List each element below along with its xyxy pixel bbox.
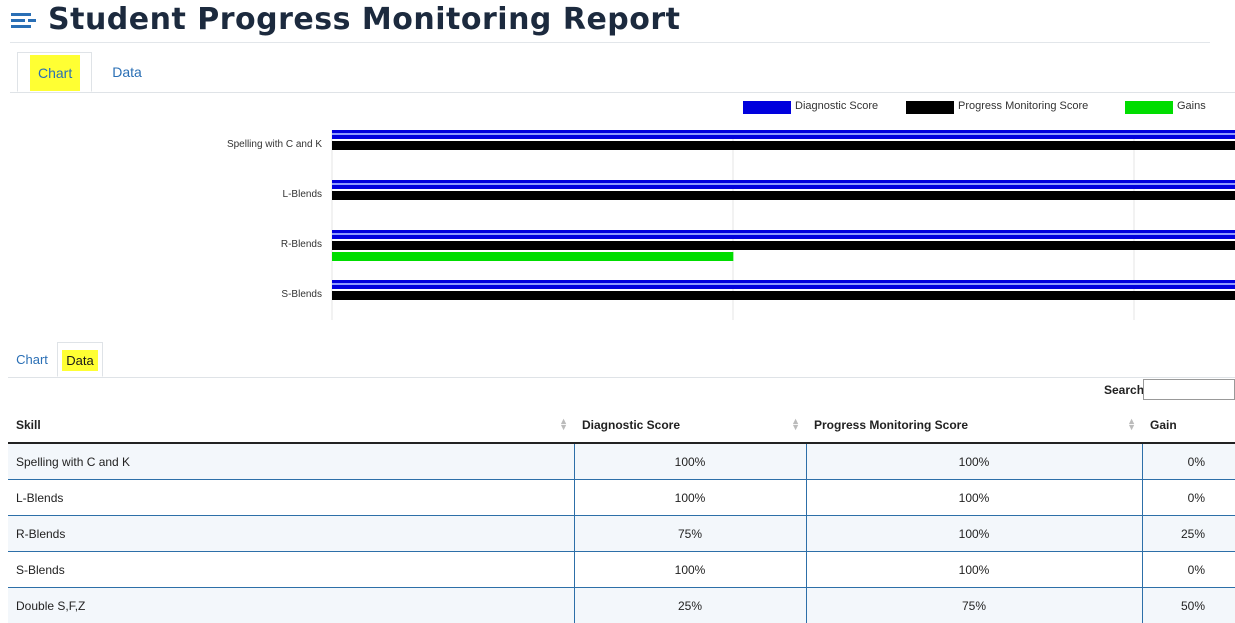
bar-progress bbox=[332, 141, 1235, 150]
tabs-divider-bottom bbox=[8, 377, 1235, 378]
legend-label-gains: Gains bbox=[1177, 100, 1206, 112]
cell-skill: Spelling with C and K bbox=[8, 442, 574, 480]
tab-data-label: Data bbox=[112, 64, 142, 80]
bar-progress bbox=[332, 191, 1235, 200]
sort-icon: ▲ ▼ bbox=[791, 416, 800, 432]
bar-highlight bbox=[332, 133, 1235, 135]
table-row: L-Blends 100% 100% 0% bbox=[8, 479, 1235, 516]
cell-progress: 75% bbox=[805, 587, 1142, 623]
table-row: Double S,F,Z 25% 75% 50% bbox=[8, 587, 1235, 623]
search-label: Search: bbox=[1104, 383, 1149, 397]
skills-table: Skill ▲ ▼ Diagnostic Score ▲ ▼ Progress Moni… bbox=[8, 407, 1235, 623]
cell-gain: 0% bbox=[1141, 479, 1235, 516]
report-list-icon bbox=[11, 13, 36, 28]
tabs-divider bbox=[10, 92, 1235, 93]
cell-progress: 100% bbox=[805, 479, 1142, 516]
bar-highlight bbox=[332, 233, 1235, 235]
tab-data[interactable]: Data bbox=[97, 52, 157, 92]
search-input[interactable] bbox=[1143, 379, 1235, 400]
cell-gain: 25% bbox=[1141, 515, 1235, 552]
skills-bar-chart: Spelling with C and K L-Blends R-Blends S-B… bbox=[227, 130, 1235, 320]
chart-category-label: L-Blends bbox=[283, 189, 322, 200]
bar-progress bbox=[332, 291, 1235, 300]
bar-progress bbox=[332, 241, 1235, 250]
table-header-row: Skill ▲ ▼ Diagnostic Score ▲ ▼ Progress Moni… bbox=[8, 407, 1235, 444]
cell-diagnostic: 75% bbox=[573, 515, 806, 552]
cell-gain: 0% bbox=[1141, 551, 1235, 588]
cell-progress: 100% bbox=[805, 515, 1142, 552]
table-row: Spelling with C and K 100% 100% 0% bbox=[8, 442, 1235, 480]
table-row: R-Blends 75% 100% 25% bbox=[8, 515, 1235, 552]
legend-label-diagnostic: Diagnostic Score bbox=[795, 100, 879, 112]
legend-label-progress: Progress Monitoring Score bbox=[958, 100, 1089, 112]
chart-category-label: R-Blends bbox=[281, 239, 322, 250]
header-divider bbox=[10, 42, 1210, 43]
tab-chart[interactable]: Chart bbox=[17, 52, 92, 92]
bar-gains bbox=[332, 252, 734, 261]
tab-chart-bottom[interactable]: Chart bbox=[10, 342, 54, 377]
cell-diagnostic: 100% bbox=[573, 442, 806, 480]
bar-highlight bbox=[332, 183, 1235, 185]
cell-diagnostic: 100% bbox=[573, 479, 806, 516]
tab-data-bottom-label: Data bbox=[62, 350, 98, 371]
chart-category-label: Spelling with C and K bbox=[227, 139, 322, 150]
tab-data-bottom[interactable]: Data bbox=[57, 342, 103, 377]
bar-highlight bbox=[332, 283, 1235, 285]
cell-skill: L-Blends bbox=[8, 479, 574, 516]
cell-gain: 50% bbox=[1141, 587, 1235, 623]
sort-icon: ▲ ▼ bbox=[559, 416, 568, 432]
cell-skill: S-Blends bbox=[8, 551, 574, 588]
column-header-progress[interactable]: Progress Monitoring Score ▲ ▼ bbox=[806, 407, 1142, 444]
legend-swatch-progress bbox=[906, 101, 954, 114]
table-row: S-Blends 100% 100% 0% bbox=[8, 551, 1235, 588]
tab-chart-label: Chart bbox=[30, 55, 81, 91]
page-title: Student Progress Monitoring Report bbox=[48, 2, 681, 37]
column-header-gain[interactable]: Gain bbox=[1142, 407, 1235, 444]
cell-progress: 100% bbox=[805, 442, 1142, 480]
column-header-skill[interactable]: Skill ▲ ▼ bbox=[8, 407, 574, 444]
sort-icon: ▲ ▼ bbox=[1127, 416, 1136, 432]
cell-progress: 100% bbox=[805, 551, 1142, 588]
cell-gain: 0% bbox=[1141, 442, 1235, 480]
cell-diagnostic: 25% bbox=[573, 587, 806, 623]
cell-skill: Double S,F,Z bbox=[8, 587, 574, 623]
cell-skill: R-Blends bbox=[8, 515, 574, 552]
column-header-diagnostic[interactable]: Diagnostic Score ▲ ▼ bbox=[574, 407, 806, 444]
cell-diagnostic: 100% bbox=[573, 551, 806, 588]
legend-swatch-diagnostic bbox=[743, 101, 791, 114]
chart-category-label: S-Blends bbox=[281, 289, 322, 300]
legend-swatch-gains bbox=[1125, 101, 1173, 114]
tab-chart-bottom-label: Chart bbox=[16, 352, 48, 367]
